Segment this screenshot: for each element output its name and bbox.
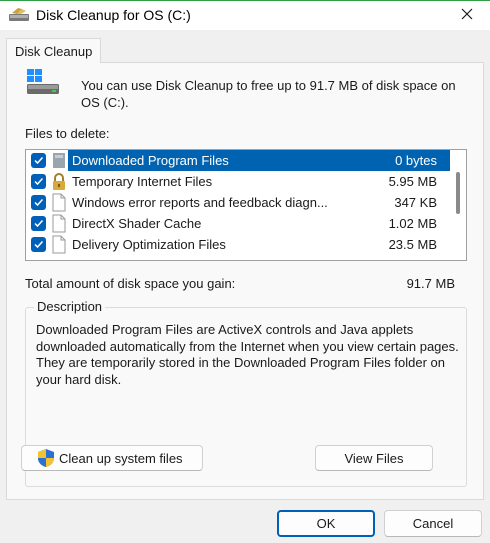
disk-cleanup-icon — [8, 7, 30, 23]
close-icon — [461, 8, 473, 23]
button-label: OK — [316, 516, 336, 531]
total-label: Total amount of disk space you gain: — [25, 276, 236, 291]
window-title: Disk Cleanup for OS (C:) — [36, 7, 191, 23]
description-text: Downloaded Program Files are ActiveX con… — [36, 322, 459, 387]
checkbox[interactable] — [31, 216, 46, 231]
tab-label: Disk Cleanup — [15, 43, 93, 59]
file-size: 347 KB — [394, 195, 437, 210]
list-item[interactable]: Delivery Optimization Files 23.5 MB — [26, 234, 451, 255]
list-scrollbar[interactable] — [450, 150, 466, 260]
view-files-button[interactable]: View Files — [315, 445, 433, 471]
ok-button[interactable]: OK — [277, 510, 375, 537]
close-button[interactable] — [444, 1, 490, 30]
check-icon — [34, 198, 44, 207]
button-label: View Files — [344, 450, 404, 466]
check-icon — [34, 156, 44, 165]
check-icon — [34, 240, 44, 249]
file-icon — [50, 214, 68, 233]
checkbox[interactable] — [31, 174, 46, 189]
file-name: Windows error reports and feedback diagn… — [72, 195, 328, 210]
hard-drive-icon — [25, 67, 61, 97]
file-icon — [50, 193, 68, 212]
uac-shield-icon — [36, 448, 56, 468]
file-size: 1.02 MB — [388, 216, 437, 231]
file-size: 23.5 MB — [388, 237, 437, 252]
checkbox[interactable] — [31, 153, 46, 168]
button-label: Clean up system files — [59, 450, 183, 466]
lock-icon — [50, 172, 68, 191]
file-name: Temporary Internet Files — [72, 174, 213, 189]
file-name: DirectX Shader Cache — [72, 216, 202, 231]
scroll-thumb[interactable] — [456, 172, 460, 214]
file-size: 5.95 MB — [388, 174, 437, 189]
files-listbox[interactable]: Downloaded Program Files 0 bytes Tempora… — [25, 149, 467, 261]
list-item[interactable]: DirectX Shader Cache 1.02 MB — [26, 213, 451, 234]
description-legend: Description — [34, 299, 106, 314]
clean-up-system-files-button[interactable]: Clean up system files — [21, 445, 203, 471]
check-icon — [34, 177, 44, 186]
intro-text: You can use Disk Cleanup to free up to 9… — [81, 78, 456, 110]
total-value: 91.7 MB — [406, 276, 455, 291]
button-label: Cancel — [412, 516, 454, 531]
check-icon — [34, 219, 44, 228]
file-name: Delivery Optimization Files — [72, 237, 226, 252]
file-size: 0 bytes — [395, 153, 437, 168]
files-to-delete-label: Files to delete: — [25, 126, 110, 141]
title-bar[interactable]: Disk Cleanup for OS (C:) — [0, 0, 490, 30]
list-item[interactable]: Temporary Internet Files 5.95 MB — [26, 171, 451, 192]
file-name: Downloaded Program Files — [72, 153, 229, 168]
cancel-button[interactable]: Cancel — [384, 510, 482, 537]
list-item[interactable]: Downloaded Program Files 0 bytes — [26, 150, 452, 171]
tab-disk-cleanup[interactable]: Disk Cleanup — [6, 38, 102, 63]
program-files-icon — [50, 151, 68, 170]
list-item[interactable]: Windows error reports and feedback diagn… — [26, 192, 451, 213]
checkbox[interactable] — [31, 195, 46, 210]
checkbox[interactable] — [31, 237, 46, 252]
disk-cleanup-panel: You can use Disk Cleanup to free up to 9… — [6, 62, 484, 500]
file-icon — [50, 235, 68, 254]
